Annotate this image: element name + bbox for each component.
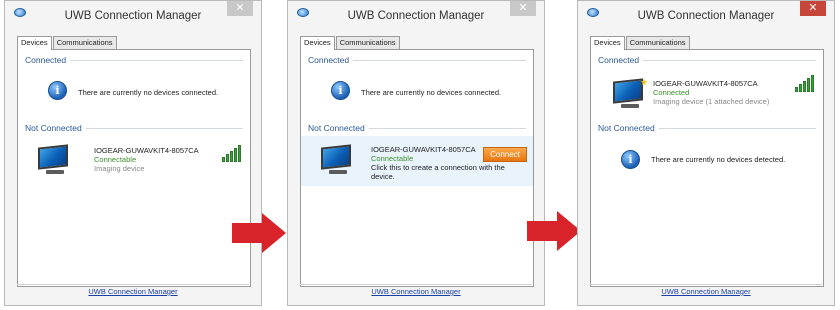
footer-divider [300,284,532,285]
message-no-devices: There are currently no devices connected… [78,88,219,97]
monitor-icon [321,144,353,176]
tab-devices[interactable]: Devices [590,36,625,50]
device-status: Connected [653,88,690,97]
tab-communications[interactable]: Communications [52,36,117,49]
arrow-right-icon [527,211,581,251]
title-bar: UWB Connection Manager ✕ [5,1,261,31]
window-title: UWB Connection Manager [64,10,202,22]
device-item[interactable]: IOGEAR-GUWAVKIT4-8057CA Connectable Clic… [301,136,533,186]
tab-bar: Devices Communications [300,36,401,50]
device-item[interactable]: ★ IOGEAR-GUWAVKIT4-8057CA Connected Imag… [591,68,823,120]
signal-strength-icon [222,145,246,162]
star-icon: ★ [640,77,649,87]
window-1: UWB Connection Manager ✕ Devices Communi… [4,0,262,306]
device-name: IOGEAR-GUWAVKIT4-8057CA [94,146,199,155]
message-no-devices: There are currently no devices connected… [361,88,502,97]
group-label-not-connected: Not Connected [25,123,86,133]
footer-link[interactable]: UWB Connection Manager [578,287,834,296]
footer-divider [17,284,249,285]
window-title: UWB Connection Manager [347,10,485,22]
devices-panel: Connected ★ IOGEAR-GUWAVKIT4-8057CA Conn… [590,49,824,287]
device-type: Imaging device [94,164,145,173]
device-name: IOGEAR-GUWAVKIT4-8057CA [653,79,758,88]
arrow-right-icon [232,213,286,253]
window-title: UWB Connection Manager [637,10,775,22]
close-icon[interactable]: ✕ [227,1,253,16]
info-icon: i [621,150,640,169]
title-bar: UWB Connection Manager ✕ [288,1,544,31]
info-icon: i [48,81,67,100]
tab-communications[interactable]: Communications [625,36,690,49]
close-icon[interactable]: ✕ [800,1,826,16]
monitor-icon [38,144,70,176]
device-status: Connectable [371,154,414,163]
group-label-not-connected: Not Connected [598,123,659,133]
footer-link[interactable]: UWB Connection Manager [288,287,544,296]
devices-panel: Connected i There are currently no devic… [300,49,534,287]
window-3: UWB Connection Manager ✕ Devices Communi… [577,0,835,306]
group-label-connected: Connected [308,55,354,65]
tab-bar: Devices Communications [590,36,691,50]
footer-link[interactable]: UWB Connection Manager [5,287,261,296]
message-no-devices: There are currently no devices detected. [651,155,786,164]
connect-button[interactable]: Connect [483,147,527,162]
group-label-connected: Connected [25,55,71,65]
close-icon[interactable]: ✕ [510,1,536,16]
tab-bar: Devices Communications [17,36,118,50]
device-item[interactable]: IOGEAR-GUWAVKIT4-8057CA Connectable Imag… [18,140,250,192]
tab-devices[interactable]: Devices [300,36,335,50]
device-status: Connectable [94,155,137,164]
window-2: UWB Connection Manager ✕ Devices Communi… [287,0,545,306]
info-icon: i [331,81,350,100]
footer-divider [590,284,822,285]
device-name: IOGEAR-GUWAVKIT4-8057CA [371,145,476,154]
device-type: Imaging device (1 attached device) [653,97,770,106]
group-label-connected: Connected [598,55,644,65]
group-label-not-connected: Not Connected [308,123,369,133]
tab-devices[interactable]: Devices [17,36,52,50]
signal-strength-icon [795,75,819,92]
device-hint: Click this to create a connection with t… [371,163,505,181]
tab-communications[interactable]: Communications [335,36,400,49]
title-bar: UWB Connection Manager ✕ [578,1,834,31]
devices-panel: Connected i There are currently no devic… [17,49,251,287]
